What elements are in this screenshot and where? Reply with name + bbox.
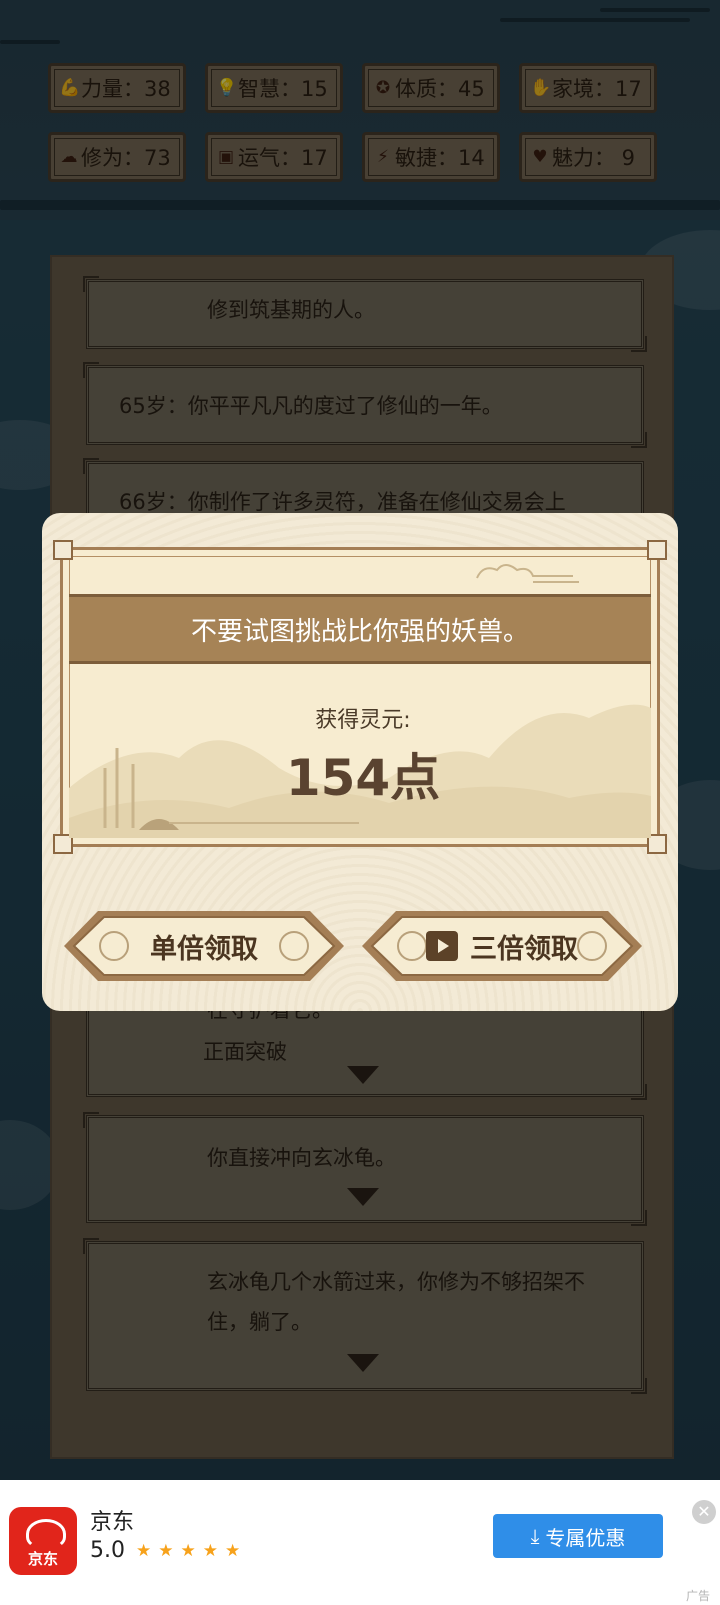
corner-ornament-icon — [647, 540, 667, 560]
jd-dog-icon — [26, 1519, 66, 1549]
star-icon: ★ — [180, 1540, 196, 1561]
ad-rating: 5.0 ★ ★ ★ ★ ★ — [90, 1538, 240, 1563]
ad-app-name: 京东 — [90, 1510, 135, 1535]
close-ad-icon[interactable]: ✕ — [692, 1500, 716, 1524]
ad-cta-button[interactable]: ⤓ 专属优惠 — [493, 1514, 663, 1558]
play-video-icon — [426, 931, 458, 961]
star-icon: ★ — [136, 1540, 152, 1561]
reward-dialog: 不要试图挑战比你强的妖兽。 获得灵元: 154点 单倍领取 三倍领取 — [42, 513, 678, 1011]
message-banner: 不要试图挑战比你强的妖兽。 — [69, 594, 651, 664]
corner-ornament-icon — [53, 540, 73, 560]
ad-banner[interactable]: 京东 京东 5.0 ★ ★ ★ ★ ★ ⤓ 专属优惠 ✕ 广告 — [0, 1480, 720, 1605]
gain-value: 154点 — [285, 749, 441, 807]
logo-text: 京东 — [27, 1550, 58, 1568]
claim-single-label: 单倍领取 — [150, 933, 258, 965]
claim-triple-label: 三倍领取 — [470, 933, 578, 965]
claim-triple-button[interactable]: 三倍领取 — [360, 908, 644, 984]
star-icon: ★ — [225, 1540, 241, 1561]
reward-scroll: 不要试图挑战比你强的妖兽。 获得灵元: 154点 — [53, 540, 667, 854]
cloud-ornament-icon — [476, 564, 579, 583]
claim-single-button[interactable]: 单倍领取 — [62, 908, 346, 984]
star-icon: ★ — [202, 1540, 218, 1561]
download-icon: ⤓ — [530, 1524, 540, 1548]
rating-value: 5.0 — [90, 1538, 125, 1563]
ad-cta-label: 专属优惠 — [545, 1525, 626, 1550]
ad-tag: 广告 — [685, 1589, 710, 1603]
star-icon: ★ — [158, 1540, 174, 1561]
claim-triple-content: 三倍领取 — [426, 927, 578, 966]
jd-app-logo-icon[interactable]: 京东 — [9, 1507, 77, 1575]
gain-label: 获得灵元: — [315, 708, 411, 733]
